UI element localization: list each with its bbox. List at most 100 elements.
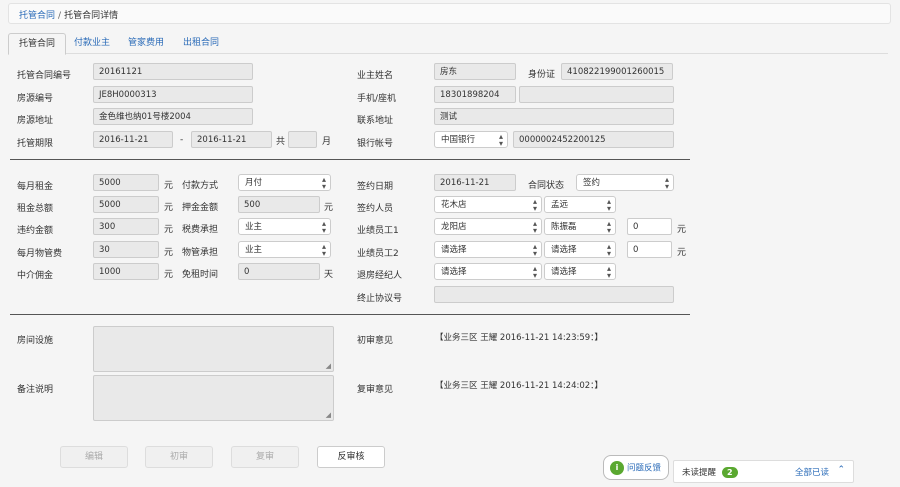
rent-free-unit: 天 [324, 270, 334, 280]
monthly-rent-field[interactable]: 5000 [93, 174, 159, 191]
unread-reminder-panel[interactable]: 未读提醒 2 全部已读 ⌃ [673, 460, 854, 483]
section-divider [10, 314, 690, 315]
penalty-label: 违约金额 [17, 226, 54, 236]
house-id-label: 房源编号 [17, 94, 54, 104]
property-bearer-select[interactable]: 业主 ▴ ▾ [238, 241, 331, 258]
payment-method-value: 月付 [245, 178, 263, 188]
id-card-field[interactable]: 410822199001260015 [561, 63, 673, 80]
bank-select[interactable]: 中国银行 ▴ ▾ [434, 131, 508, 148]
penalty-field[interactable]: 300 [93, 218, 159, 235]
select-arrows-icon: ▴ ▾ [532, 197, 537, 213]
signer-store-select[interactable]: 花木店 ▴ ▾ [434, 196, 542, 213]
reverse-review-button[interactable]: 反审核 [317, 446, 385, 468]
breadcrumb-separator: / [58, 11, 62, 21]
deposit-label: 押金金额 [182, 203, 219, 213]
select-arrows-icon: ▴ ▾ [321, 219, 326, 235]
feedback-button[interactable]: i 问题反馈 [603, 455, 669, 480]
mobile-field[interactable]: 18301898204 [434, 86, 516, 103]
employee2-person-value: 请选择 [551, 245, 577, 255]
first-review-button[interactable]: 初审 [145, 446, 213, 468]
employee2-label: 业绩员工2 [357, 249, 399, 259]
feedback-label: 问题反馈 [627, 463, 662, 474]
facilities-textarea[interactable]: ◢ [93, 326, 334, 372]
custody-period-label: 托管期限 [17, 139, 54, 149]
owner-name-field[interactable]: 房东 [434, 63, 516, 80]
select-arrows-icon: ▴ ▾ [606, 264, 611, 280]
mgmt-fee-unit: 元 [164, 248, 174, 258]
employee2-person-select[interactable]: 请选择 ▴ ▾ [544, 241, 616, 258]
signer-person-select[interactable]: 孟远 ▴ ▾ [544, 196, 616, 213]
select-arrows-icon: ▴ ▾ [321, 242, 326, 258]
breadcrumb: 托管合同 / 托管合同详情 [8, 3, 891, 24]
house-address-field[interactable]: 金色维也纳01号楼2004 [93, 108, 253, 125]
deposit-field[interactable]: 500 [238, 196, 320, 213]
contract-status-value: 签约 [583, 178, 601, 188]
sign-date-field[interactable]: 2016-11-21 [434, 174, 516, 191]
contact-address-field[interactable]: 测试 [434, 108, 674, 125]
tab-butler-fees[interactable]: 管家费用 [128, 33, 164, 54]
period-start-field[interactable]: 2016-11-21 [93, 131, 173, 148]
id-card-label: 身份证 [528, 70, 556, 80]
contract-status-select[interactable]: 签约 ▴ ▾ [576, 174, 674, 191]
agent-commission-label: 中介佣金 [17, 271, 54, 281]
house-address-label: 房源地址 [17, 116, 54, 126]
rent-total-unit: 元 [164, 203, 174, 213]
second-review-button[interactable]: 复审 [231, 446, 299, 468]
termination-no-field[interactable] [434, 286, 674, 303]
select-arrows-icon: ▴ ▾ [532, 242, 537, 258]
select-arrows-icon: ▴ ▾ [321, 175, 326, 191]
monthly-mgmt-fee-field[interactable]: 30 [93, 241, 159, 258]
rent-free-field[interactable]: 0 [238, 263, 320, 280]
property-bearer-value: 业主 [245, 245, 263, 255]
first-review-label: 初审意见 [357, 336, 394, 346]
termination-no-label: 终止协议号 [357, 294, 403, 304]
period-dash: - [180, 135, 184, 145]
monthly-mgmt-fee-label: 每月物管费 [17, 249, 63, 259]
period-end-field[interactable]: 2016-11-21 [191, 131, 272, 148]
rent-total-field[interactable]: 5000 [93, 196, 159, 213]
signer-store-value: 花木店 [441, 200, 467, 210]
agent-commission-field[interactable]: 1000 [93, 263, 159, 280]
house-id-field[interactable]: JE8H0000313 [93, 86, 253, 103]
checkout-store-select[interactable]: 请选择 ▴ ▾ [434, 263, 542, 280]
employee2-store-select[interactable]: 请选择 ▴ ▾ [434, 241, 542, 258]
period-months-field[interactable] [288, 131, 317, 148]
select-arrows-icon: ▴ ▾ [532, 219, 537, 235]
deposit-unit: 元 [324, 203, 334, 213]
checkout-person-select[interactable]: 请选择 ▴ ▾ [544, 263, 616, 280]
bank-select-value: 中国银行 [441, 135, 476, 145]
chevron-up-icon[interactable]: ⌃ [837, 465, 845, 475]
tax-bearer-select[interactable]: 业主 ▴ ▾ [238, 218, 331, 235]
section-divider [10, 159, 690, 160]
commission-unit: 元 [164, 270, 174, 280]
resize-grip-icon[interactable]: ◢ [326, 362, 331, 370]
rent-total-label: 租金总额 [17, 204, 54, 214]
employee1-store-value: 龙阳店 [441, 222, 467, 232]
tab-custody-contract[interactable]: 托管合同 [8, 33, 67, 55]
remarks-textarea[interactable]: ◢ [93, 375, 334, 421]
payment-method-select[interactable]: 月付 ▴ ▾ [238, 174, 331, 191]
breadcrumb-current: 托管合同详情 [64, 11, 119, 21]
select-arrows-icon: ▴ ▾ [664, 175, 669, 191]
employee1-store-select[interactable]: 龙阳店 ▴ ▾ [434, 218, 542, 235]
employee1-amount-field[interactable]: 0 [627, 218, 672, 235]
breadcrumb-parent-link[interactable]: 托管合同 [19, 11, 55, 21]
employee1-person-select[interactable]: 陈振磊 ▴ ▾ [544, 218, 616, 235]
mark-all-read-link[interactable]: 全部已读 [795, 466, 829, 478]
second-review-value: 【业务三区 王耀 2016-11-21 14:24:02：】 [435, 381, 603, 391]
contract-id-field[interactable]: 20161121 [93, 63, 253, 80]
period-month-unit: 月 [322, 137, 332, 147]
remarks-label: 备注说明 [17, 385, 54, 395]
tab-paying-owner[interactable]: 付款业主 [74, 33, 110, 54]
tab-rental-contract[interactable]: 出租合同 [183, 33, 219, 54]
landline-field[interactable] [519, 86, 674, 103]
contract-id-label: 托管合同编号 [17, 71, 72, 81]
employee1-label: 业绩员工1 [357, 226, 399, 236]
edit-button[interactable]: 编辑 [60, 446, 128, 468]
bank-account-field[interactable]: 0000002452200125 [513, 131, 674, 148]
info-icon: i [610, 461, 624, 475]
phone-label: 手机/座机 [357, 94, 397, 104]
employee1-person-value: 陈振磊 [551, 222, 577, 232]
employee2-amount-field[interactable]: 0 [627, 241, 672, 258]
resize-grip-icon[interactable]: ◢ [326, 411, 331, 419]
